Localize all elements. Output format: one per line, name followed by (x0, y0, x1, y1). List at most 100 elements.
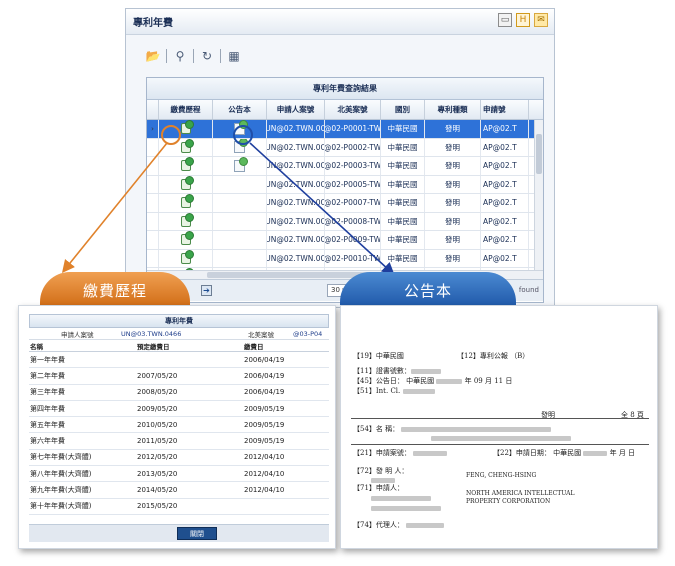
paid-date: 2009/05/19 (244, 420, 285, 429)
column-header[interactable]: 專利種類 (425, 100, 481, 119)
patent-type-cell: 發明 (425, 212, 481, 230)
close-button[interactable]: 關閉 (177, 527, 217, 540)
doc-rule (351, 418, 649, 419)
fee-name: 第十年年費(大齊體) (30, 502, 92, 511)
bulletin-document-panel: 【19】中華民國 【12】專利公報 （B） 【11】證書號數： 【45】公告日：… (340, 305, 658, 549)
column-header[interactable] (147, 100, 159, 119)
column-header[interactable]: 公告本 (213, 100, 267, 119)
table-row[interactable]: UN@02.TWN.0C @02-P0007-TW 中華民國 發明 AP@02.T (147, 194, 543, 213)
patent-type-cell: 發明 (425, 194, 481, 212)
payment-highlight-circle (161, 125, 181, 145)
next-page-button[interactable]: ➔ (201, 285, 212, 296)
na-number-cell: @02-P0007-TW (325, 194, 381, 212)
refresh-icon[interactable]: ↻ (198, 47, 216, 65)
payment-history-panel: 專利年費 申請人案號 UN@03.TWN.0466 北美案號 @03-P04 名… (18, 305, 336, 549)
due-date: 2009/05/20 (137, 404, 178, 413)
panel-title: 專利年費 (29, 314, 329, 328)
na-number-cell: @02-P0002-TW (325, 138, 381, 156)
fee-name: 第二年年費 (30, 371, 65, 380)
payment-history-icon[interactable] (180, 138, 194, 153)
toolbar-separator (166, 49, 167, 63)
bulletin-cell (213, 157, 267, 175)
applicant-number-cell: UN@02.TWN.0C (267, 120, 325, 138)
column-header[interactable]: 繳費歷程 (159, 100, 213, 119)
bulletin-cell (213, 231, 267, 249)
column-header[interactable]: 北美案號 (325, 100, 381, 119)
application-number-cell: AP@02.T (481, 120, 529, 138)
na-number-cell: @02-P0008-TW (325, 212, 381, 230)
na-number-cell: @02-P0010-TW (325, 249, 381, 267)
row-indicator (147, 194, 159, 212)
payment-history-cell (159, 157, 213, 175)
excel-export-icon[interactable]: ▦ (225, 47, 243, 65)
title-icons: ▭ H ✉ (498, 13, 548, 27)
payment-history-icon[interactable] (180, 212, 194, 227)
paid-date: 2006/04/19 (244, 355, 285, 364)
doc-rule (351, 444, 649, 445)
table-row[interactable]: UN@02.TWN.0C @02-P0010-TW 中華民國 發明 AP@02.T (147, 249, 543, 268)
vertical-scrollbar[interactable] (534, 120, 543, 270)
due-date: 2013/05/20 (137, 469, 178, 478)
bulletin-tab[interactable]: 公告本 (340, 272, 516, 308)
binoculars-icon[interactable]: ⚲ (171, 47, 189, 65)
payment-history-cell (159, 175, 213, 193)
fee-row: 第七年年費(大齊體) 2012/05/20 2012/04/10 (29, 450, 329, 467)
mail-icon[interactable]: ✉ (534, 13, 548, 27)
fee-name: 第六年年費 (30, 437, 65, 446)
bulletin-cell (213, 175, 267, 193)
payment-history-icon[interactable] (180, 175, 194, 190)
help-icon[interactable]: H (516, 13, 530, 27)
fee-name: 第三年年費 (30, 388, 65, 397)
window-icon[interactable]: ▭ (498, 13, 512, 27)
applicant-number-cell: UN@02.TWN.0C (267, 175, 325, 193)
country-cell: 中華民國 (381, 175, 425, 193)
title-line-english (431, 434, 571, 442)
payment-history-cell (159, 194, 213, 212)
country-cell: 中華民國 (381, 138, 425, 156)
table-row[interactable]: UN@02.TWN.0C @02-P0003-TW 中華民國 發明 AP@02.T (147, 157, 543, 176)
paid-date: 2006/04/19 (244, 371, 285, 380)
payment-history-tab[interactable]: 繳費歷程 (40, 272, 190, 308)
fee-name: 第一年年費 (30, 355, 65, 364)
applicant-address-zh (371, 504, 441, 512)
announce-line: 【45】公告日： 中華民國 年 09 月 11 日 (353, 377, 513, 385)
fee-row: 第四年年費 2009/05/20 2009/05/19 (29, 401, 329, 418)
fee-row: 第三年年費 2008/05/20 2006/04/19 (29, 385, 329, 401)
scroll-thumb[interactable] (536, 134, 542, 174)
table-row[interactable]: UN@02.TWN.0C @02-P0009-TW 中華民國 發明 AP@02.T (147, 231, 543, 250)
table-row[interactable]: UN@02.TWN.0C @02-P0002-TW 中華民國 發明 AP@02.T (147, 138, 543, 157)
table-row[interactable]: UN@02.TWN.0C @02-P0005-TW 中華民國 發明 AP@02.T (147, 175, 543, 194)
column-header[interactable]: 申請人案號 (267, 100, 325, 119)
payment-history-icon[interactable] (180, 120, 194, 135)
due-date: 2008/05/20 (137, 388, 178, 397)
table-row[interactable]: UN@02.TWN.0C @02-P0008-TW 中華民國 發明 AP@02.T (147, 212, 543, 231)
column-header[interactable]: 國別 (381, 100, 425, 119)
paid-date: 2012/04/10 (244, 486, 285, 495)
due-date: 2015/05/20 (137, 502, 178, 511)
applicant-number-cell: UN@02.TWN.0C (267, 194, 325, 212)
application-number-cell: AP@02.T (481, 175, 529, 193)
header-name: 名稱 (30, 342, 43, 351)
row-indicator (147, 231, 159, 249)
payment-history-icon[interactable] (180, 249, 194, 264)
payment-history-icon[interactable] (180, 194, 194, 209)
row-indicator (147, 212, 159, 230)
patent-type-cell: 發明 (425, 249, 481, 267)
open-folder-icon[interactable]: 📂 (144, 47, 162, 65)
payment-history-icon[interactable] (180, 231, 194, 246)
fee-name: 第五年年費 (30, 420, 65, 429)
filing-date-line: 【22】申請日期： 中華民國 年 月 日 (493, 449, 636, 457)
column-header[interactable]: 申請號 (481, 100, 529, 119)
case-info-row: 申請人案號 UN@03.TWN.0466 北美案號 @03-P04 (29, 328, 329, 340)
fee-row: 第六年年費 2011/05/20 2009/05/19 (29, 433, 329, 450)
applicant-name-zh (371, 494, 431, 502)
grid-header: 繳費歷程 公告本 申請人案號 北美案號 國別 專利種類 申請號 (147, 100, 543, 120)
patent-type-cell: 發明 (425, 138, 481, 156)
applicant-label: 申請人案號 (61, 330, 94, 339)
fee-name: 第四年年費 (30, 404, 65, 413)
payment-history-icon[interactable] (180, 157, 194, 172)
bulletin-icon[interactable] (234, 157, 248, 172)
table-row[interactable]: › UN@02.TWN.0C @02-P0001-TW 中華民國 發明 AP@02.T (147, 120, 543, 139)
fee-row: 第一年年費 2006/04/19 (29, 352, 329, 369)
applicant-number-cell: UN@02.TWN.0C (267, 231, 325, 249)
